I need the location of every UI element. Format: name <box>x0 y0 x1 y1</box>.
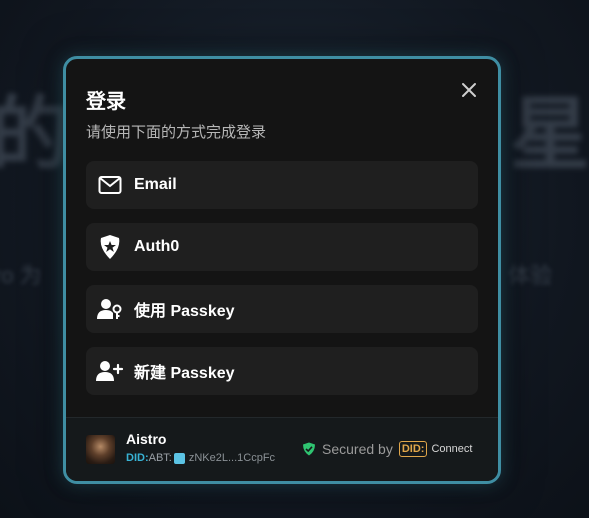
login-new-passkey-button[interactable]: 新建 Passkey <box>86 347 478 395</box>
user-plus-icon <box>96 357 124 385</box>
app-name: Aistro <box>126 431 167 447</box>
auth0-icon <box>96 233 124 261</box>
background-heading-left: 的 <box>0 90 70 179</box>
close-icon <box>462 83 476 97</box>
did-address: zNKe2L...1CcpFc <box>188 452 276 464</box>
login-email-button[interactable]: Email <box>86 161 478 209</box>
did-prefix: DID: <box>126 452 149 464</box>
dialog-title: 登录 <box>86 91 126 113</box>
connect-label: Connect <box>431 443 473 455</box>
login-dialog: 登录 请使用下面的方式完成登录 Email Auth0 使用 Passkey 新… <box>63 56 501 484</box>
did-avatar-icon <box>173 452 185 464</box>
did-method: ABT: <box>148 452 172 464</box>
mail-icon <box>96 171 124 199</box>
dialog-footer: Aistro DID: ABT: zNKe2L...1CcpFc Secured… <box>66 417 498 481</box>
login-email-label: Email <box>134 176 177 193</box>
did-connect-logo: DID: <box>398 441 428 457</box>
login-auth0-label: Auth0 <box>134 238 180 255</box>
background-heading-right: 星 <box>510 90 589 179</box>
secured-by-label: Secured by <box>322 441 393 457</box>
app-avatar <box>86 435 115 464</box>
dialog-subtitle: 请使用下面的方式完成登录 <box>86 124 267 141</box>
close-button[interactable] <box>458 79 480 101</box>
secured-by-did-connect[interactable]: Secured by DID: Connect <box>302 441 472 457</box>
background-subtext-right: 体验 <box>508 263 553 288</box>
login-new-passkey-label: 新建 Passkey <box>134 365 235 382</box>
login-use-passkey-button[interactable]: 使用 Passkey <box>86 285 478 333</box>
shield-check-icon <box>303 442 315 456</box>
user-key-icon <box>96 295 124 323</box>
login-auth0-button[interactable]: Auth0 <box>86 223 478 271</box>
background-subtext-left: ro 为 <box>0 263 42 288</box>
login-use-passkey-label: 使用 Passkey <box>134 303 235 320</box>
did-address-line: DID: ABT: zNKe2L...1CcpFc <box>126 452 275 464</box>
